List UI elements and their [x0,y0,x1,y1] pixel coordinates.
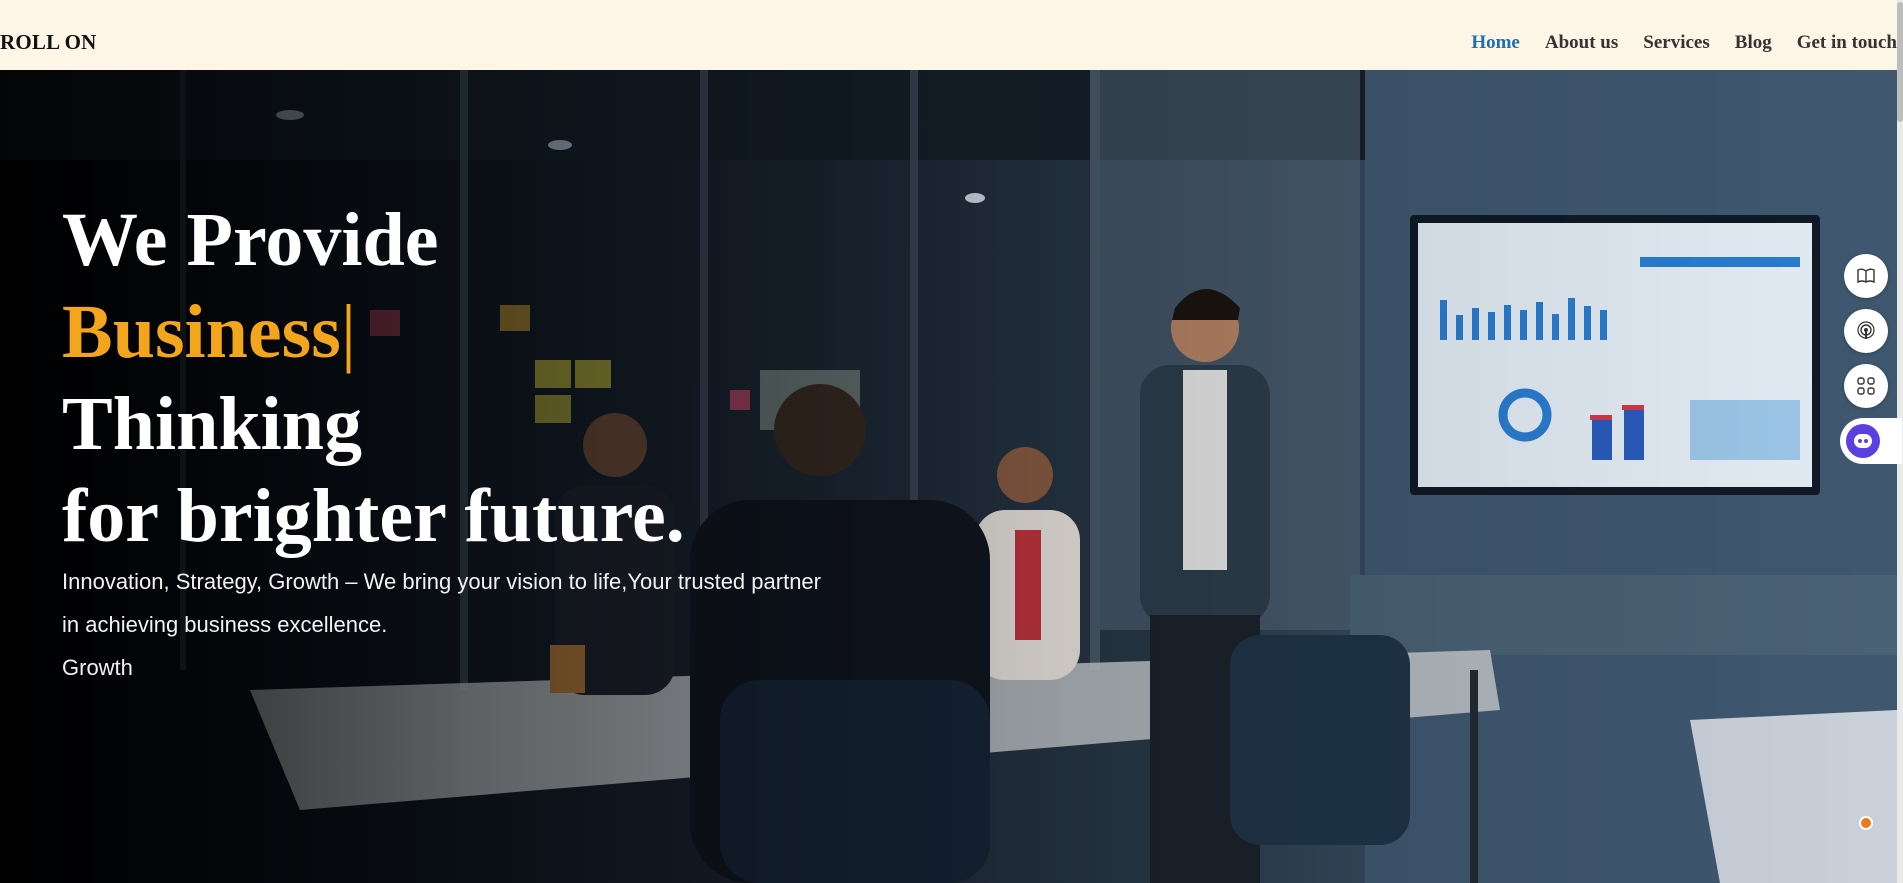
nav-contact-link[interactable]: Get in touch [1797,32,1897,54]
hero-line-2: Business| [62,286,685,378]
site-header: ROLL ON Home About us Services Blog Get … [0,0,1903,70]
status-dot[interactable] [1859,816,1873,830]
main-nav: Home About us Services Blog Get in touch [1471,32,1897,54]
hero-subtitle-growth: Growth [62,655,133,680]
podcast-icon[interactable] [1844,309,1888,353]
nav-services-link[interactable]: Services [1643,32,1709,54]
hero-line-4: for brighter future. [62,474,685,558]
hero-subtitle: Innovation, Strategy, Growth – We bring … [62,569,821,637]
brand-logo[interactable]: ROLL ON [0,30,97,55]
book-icon[interactable] [1844,254,1888,298]
hero-section: We Provide Business| Thinking for bright… [0,70,1897,883]
apps-icon[interactable] [1844,364,1888,408]
typing-cursor: | [340,290,357,374]
hero-heading: We Provide Business| Thinking for bright… [62,194,685,562]
nav-home-link[interactable]: Home [1471,32,1520,54]
hero-line-1: We Provide [62,198,439,282]
hero-line-3: Thinking [62,382,362,466]
nav-about-link[interactable]: About us [1545,32,1618,54]
scrollbar-thumb[interactable] [1897,2,1903,122]
assistant-icon[interactable] [1840,418,1902,464]
nav-blog-link[interactable]: Blog [1735,32,1772,54]
hero-typed-word: Business [62,290,341,374]
